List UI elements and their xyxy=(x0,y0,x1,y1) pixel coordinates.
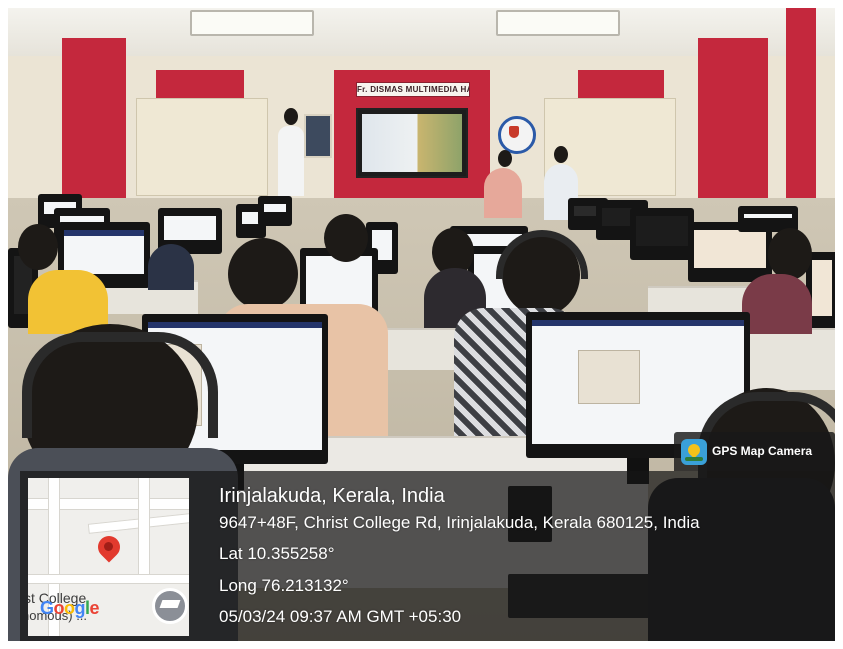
student xyxy=(148,244,194,290)
person-head xyxy=(18,224,58,270)
gps-app-badge: GPS Map Camera xyxy=(674,432,835,471)
standing-person xyxy=(278,126,304,196)
ceiling-light xyxy=(190,10,314,36)
red-wall-panel xyxy=(786,8,816,218)
red-wall-panel xyxy=(62,38,126,208)
latitude-readout: Lat 10.355258° xyxy=(219,544,335,563)
wall-portrait xyxy=(304,114,332,158)
gps-map-camera-icon xyxy=(681,439,707,465)
graduation-cap-icon xyxy=(152,588,188,624)
location-map-thumbnail: st College nomous) ... Google xyxy=(28,478,189,636)
map-road xyxy=(138,478,150,580)
location-title: Irinjalakuda, Kerala, India xyxy=(219,485,445,507)
address-line: 9647+48F, Christ College Rd, Irinjalakud… xyxy=(219,513,700,532)
college-emblem-icon xyxy=(498,116,536,154)
red-wall-panel xyxy=(578,70,664,98)
map-road xyxy=(28,574,189,584)
longitude-readout: Long 76.213132° xyxy=(219,576,349,595)
map-pin-dot xyxy=(104,542,113,551)
wall-cabinet xyxy=(136,98,268,196)
monitor xyxy=(630,208,694,260)
person-head xyxy=(498,150,512,167)
red-wall-panel xyxy=(156,70,244,98)
headset xyxy=(22,332,218,438)
hall-sign: Fr. DISMAS MULTIMEDIA HALL xyxy=(356,82,470,97)
google-watermark: Google xyxy=(40,598,100,618)
student xyxy=(742,274,812,334)
red-wall-panel xyxy=(698,38,768,208)
standing-person xyxy=(484,168,522,218)
person-head xyxy=(228,238,298,310)
person-head xyxy=(284,108,298,125)
person-head xyxy=(324,214,368,262)
monitor xyxy=(258,196,292,226)
person-head xyxy=(554,146,568,163)
person-head xyxy=(768,228,812,280)
timestamp: 05/03/24 09:37 AM GMT +05:30 xyxy=(219,607,462,626)
wall-display xyxy=(356,108,468,178)
desk xyxy=(748,328,835,390)
ceiling-light xyxy=(496,10,620,36)
gps-app-name: GPS Map Camera xyxy=(712,444,813,458)
